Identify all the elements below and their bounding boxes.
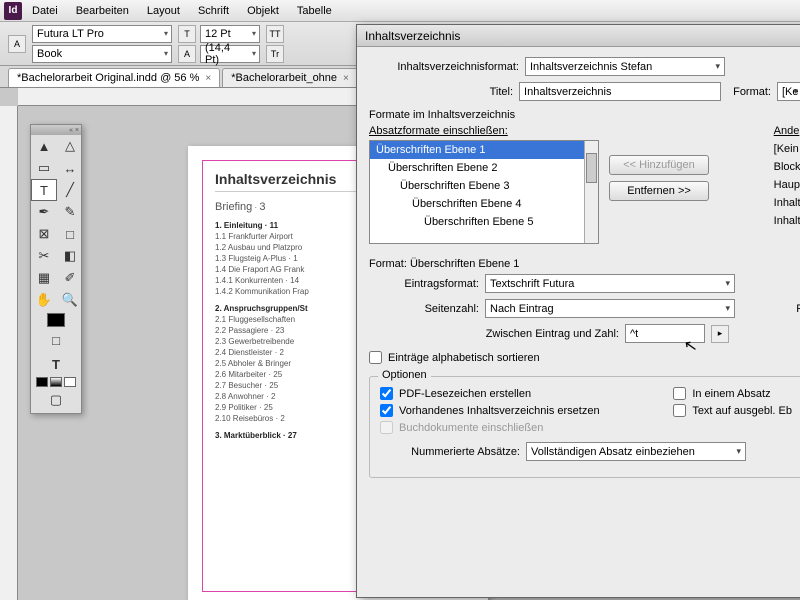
other-list-item: Block (774, 158, 800, 176)
tab-label: *Bachelorarbeit_ohne (231, 72, 337, 84)
panel-header[interactable]: « × (31, 125, 81, 135)
font-style-combo[interactable]: Book (32, 45, 172, 63)
book-docs-checkbox: Buchdokumente einschließen (380, 419, 633, 436)
group-title: Optionen (378, 369, 431, 381)
zwischen-label: Zwischen Eintrag und Zahl: (369, 328, 619, 340)
page-tool[interactable]: ▭ (31, 157, 57, 179)
dialog-title[interactable]: Inhaltsverzeichnis (357, 25, 800, 47)
menu-datei[interactable]: Datei (24, 3, 66, 19)
alpha-sort-checkbox[interactable]: Einträge alphabetisch sortieren (369, 349, 800, 366)
text-hidden-checkbox[interactable]: Text auf ausgebl. Eb (673, 402, 792, 419)
vertical-ruler[interactable] (0, 106, 18, 600)
screen-mode-icon[interactable]: ▢ (43, 389, 69, 411)
zoom-tool[interactable]: 🔍 (57, 289, 83, 311)
list-item[interactable]: Überschriften Ebene 4 (370, 195, 598, 213)
app-icon: Id (4, 2, 22, 20)
format-container-icon[interactable]: □ (43, 329, 69, 351)
titel-input[interactable]: Inhaltsverzeichnis (519, 82, 721, 101)
tools-panel: « × ▲ △ ▭ ↔ T ╱ ✒ ✎ ⊠ □ ✂ ◧ ▦ ✐ ✋ 🔍 □ T … (30, 124, 82, 414)
tr-button[interactable]: Tr (266, 45, 284, 63)
pen-tool[interactable]: ✒ (31, 201, 57, 223)
toc-dialog: Inhaltsverzeichnis Inhaltsverzeichnisfor… (356, 24, 800, 598)
eintrag-label: Eintragsformat: (369, 278, 479, 290)
add-button[interactable]: << Hinzufügen (609, 155, 709, 175)
eyedropper-tool[interactable]: ✐ (57, 267, 83, 289)
apply-color-icon[interactable] (36, 377, 48, 387)
special-char-button[interactable]: ▸ (711, 325, 729, 343)
rectangle-frame-tool[interactable]: ⊠ (31, 223, 57, 245)
right-f-label: F (796, 303, 800, 315)
scrollbar[interactable] (584, 141, 598, 243)
absatz-label: Absatzformate einschließen: (369, 125, 599, 137)
font-size-icon: T (178, 25, 196, 43)
pdf-bookmark-checkbox[interactable]: PDF-Lesezeichen erstellen (380, 385, 633, 402)
font-size-combo[interactable]: 12 Pt (200, 25, 260, 43)
include-styles-listbox[interactable]: Überschriften Ebene 1 Überschriften Eben… (369, 140, 599, 244)
titel-label: Titel: (369, 86, 513, 98)
document-tab[interactable]: *Bachelorarbeit_ohne × (222, 68, 358, 87)
checkbox-icon[interactable] (673, 387, 686, 400)
checkbox-icon[interactable] (369, 351, 382, 364)
list-item[interactable]: Überschriften Ebene 3 (370, 177, 598, 195)
list-item[interactable]: Überschriften Ebene 1 (370, 141, 598, 159)
format-label: Format: (733, 86, 771, 98)
toc-format-combo[interactable]: Inhaltsverzeichnis Stefan (525, 57, 725, 76)
gap-tool[interactable]: ↔ (57, 157, 83, 179)
checkbox-icon (380, 421, 393, 434)
seitenzahl-combo[interactable]: Nach Eintrag (485, 299, 735, 318)
tab-label: *Bachelorarbeit Original.indd @ 56 % (17, 72, 199, 84)
menu-tabelle[interactable]: Tabelle (289, 3, 340, 19)
list-item[interactable]: Überschriften Ebene 2 (370, 159, 598, 177)
options-group: Optionen PDF-Lesezeichen erstellen Vorha… (369, 376, 800, 478)
tt-button[interactable]: TT (266, 25, 284, 43)
section-formats-label: Formate im Inhaltsverzeichnis (369, 109, 800, 121)
apply-gradient-icon[interactable] (50, 377, 62, 387)
num-absatz-label: Nummerierte Absätze: (380, 446, 520, 458)
fill-swatch[interactable] (47, 313, 65, 327)
menu-bar: Id Datei Bearbeiten Layout Schrift Objek… (0, 0, 800, 22)
close-icon[interactable]: × (205, 73, 211, 84)
other-list-item: Inhalt (774, 194, 800, 212)
type-tool[interactable]: T (31, 179, 57, 201)
format-combo[interactable]: [Ke (777, 82, 800, 101)
document-tab[interactable]: *Bachelorarbeit Original.indd @ 56 % × (8, 68, 220, 87)
checkbox-icon[interactable] (380, 404, 393, 417)
close-icon[interactable]: × (343, 73, 349, 84)
format-text-icon[interactable]: T (43, 353, 69, 375)
menu-objekt[interactable]: Objekt (239, 3, 287, 19)
andere-label: Ande (774, 125, 800, 137)
scissors-tool[interactable]: ✂ (31, 245, 57, 267)
menu-layout[interactable]: Layout (139, 3, 188, 19)
leading-icon: A (178, 45, 196, 63)
menu-bearbeiten[interactable]: Bearbeiten (68, 3, 137, 19)
direct-selection-tool[interactable]: △ (57, 135, 83, 157)
font-family-combo[interactable]: Futura LT Pro (32, 25, 172, 43)
remove-button[interactable]: Entfernen >> (609, 181, 709, 201)
hand-tool[interactable]: ✋ (31, 289, 57, 311)
eintragsformat-combo[interactable]: Textschrift Futura (485, 274, 735, 293)
free-transform-tool[interactable]: ◧ (57, 245, 83, 267)
seitenzahl-label: Seitenzahl: (369, 303, 479, 315)
line-tool[interactable]: ╱ (57, 179, 83, 201)
format-heading: Format: Überschriften Ebene 1 (369, 258, 800, 270)
num-absatz-combo[interactable]: Vollständigen Absatz einbeziehen (526, 442, 746, 461)
other-list-item: [Kein (774, 140, 800, 158)
apply-none-icon[interactable] (64, 377, 76, 387)
gradient-tool[interactable]: ▦ (31, 267, 57, 289)
other-list-item: Inhalt (774, 212, 800, 230)
pencil-tool[interactable]: ✎ (57, 201, 83, 223)
checkbox-icon[interactable] (380, 387, 393, 400)
selection-tool[interactable]: ▲ (31, 135, 57, 157)
menu-schrift[interactable]: Schrift (190, 3, 237, 19)
checkbox-icon[interactable] (673, 404, 686, 417)
char-format-icon[interactable]: A (8, 35, 26, 53)
list-item[interactable]: Überschriften Ebene 5 (370, 213, 598, 231)
toc-format-label: Inhaltsverzeichnisformat: (369, 61, 519, 73)
zwischen-input[interactable]: ^t (625, 324, 705, 343)
replace-toc-checkbox[interactable]: Vorhandenes Inhaltsverzeichnis ersetzen (380, 402, 633, 419)
other-list-item: Haupt (774, 176, 800, 194)
leading-combo[interactable]: (14,4 Pt) (200, 45, 260, 63)
in-einem-absatz-checkbox[interactable]: In einem Absatz (673, 385, 792, 402)
rectangle-tool[interactable]: □ (57, 223, 83, 245)
